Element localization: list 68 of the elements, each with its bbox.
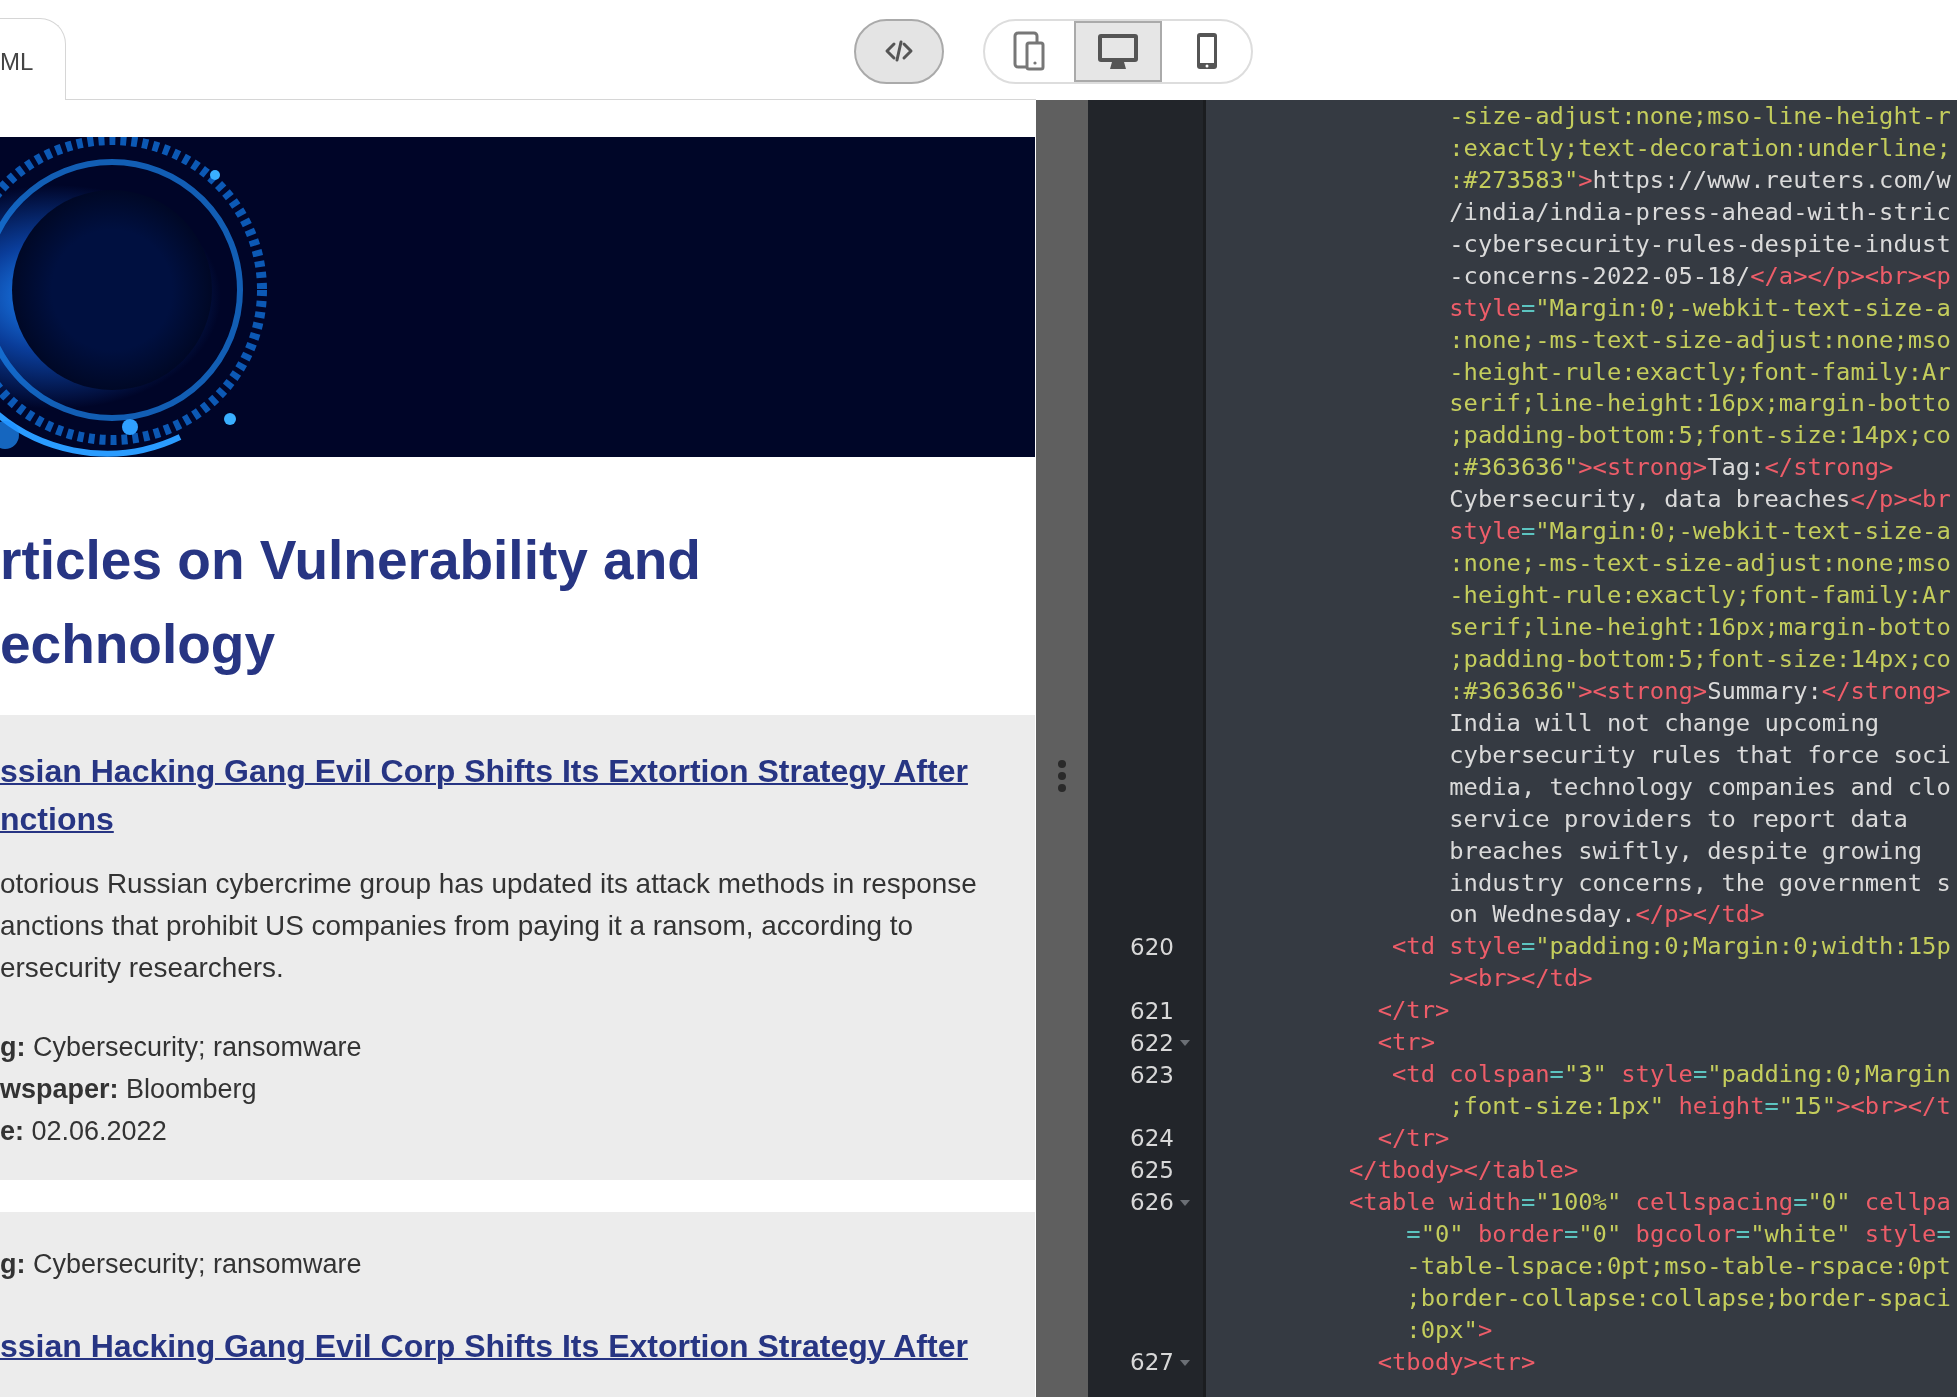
code-line: </tbody></table> <box>1349 1154 1579 1186</box>
code-line: breaches swiftly, despite growing <box>1448 835 1923 867</box>
code-line: -height-rule:exactly;font-family:Ar <box>1448 356 1951 388</box>
line-number: 627 <box>1130 1348 1174 1378</box>
code-line: -height-rule:exactly;font-family:Ar <box>1448 580 1951 612</box>
line-number: 625 <box>1130 1156 1174 1186</box>
heading-line: rticles on Vulnerability and <box>0 528 702 593</box>
code-line: -table-lspace:0pt;mso-table-rspace:0pt <box>1405 1250 1951 1282</box>
code-line: ;padding-bottom:5;font-size:14px;co <box>1448 420 1951 452</box>
meta-line: g: Cybersecurity; ransomware <box>0 1248 362 1281</box>
code-line: -concerns-2022-05-18/</a></p><br><p <box>1448 260 1951 292</box>
code-line: </tr> <box>1376 995 1450 1027</box>
article-title-link[interactable]: ssian Hacking Gang Evil Corp Shifts Its Extortion Strategy After <box>0 747 968 795</box>
heading-line: echnology <box>0 612 277 677</box>
code-line: service providers to report data <box>1448 803 1908 835</box>
code-line: style="Margin:0;-webkit-text-size-a <box>1448 516 1951 548</box>
monitor-icon <box>1096 32 1140 70</box>
summary-line: anctions that prohibit US companies from paying it a ransom, according to <box>0 909 914 943</box>
code-line: :none;-ms-text-size-adjust:none;mso <box>1448 548 1951 580</box>
code-line: :0px"> <box>1405 1314 1493 1346</box>
code-line: style="Margin:0;-webkit-text-size-a <box>1448 292 1951 324</box>
code-line: :#273583">https://www.reuters.com/w <box>1448 164 1951 196</box>
summary-line: otorious Russian cybercrime group has updated its attack methods in response <box>0 867 977 901</box>
article-title-link[interactable]: nctions <box>0 795 114 843</box>
meta-line: e: 02.06.2022 <box>0 1115 167 1148</box>
meta-line: wspaper: Bloomberg <box>0 1073 257 1106</box>
code-line: <td style="padding:0;Margin:0;width:15p <box>1390 931 1951 963</box>
code-line: </tr> <box>1376 1123 1450 1154</box>
code-line: ;padding-bottom:5;font-size:14px;co <box>1448 643 1951 675</box>
line-number: 620 <box>1130 932 1174 962</box>
code-line: cybersecurity rules that force soci <box>1448 739 1951 771</box>
code-line: :#363636"><strong>Tag:</strong> <box>1448 452 1894 484</box>
code-line: serif;line-height:16px;margin-botto <box>1448 388 1951 420</box>
code-line: ><br></td> <box>1448 963 1593 995</box>
code-line: <td colspan="3" style="padding:0;Margin <box>1390 1059 1951 1091</box>
code-line: :exactly;text-decoration:underline; <box>1448 132 1951 164</box>
code-line: on Wednesday.</p></td> <box>1448 899 1765 931</box>
code-line: Cybersecurity, data breaches</p><br <box>1448 484 1951 516</box>
code-icon <box>884 40 914 62</box>
code-line: ;font-size:1px" height="15"><br></t <box>1448 1091 1951 1123</box>
device-button[interactable] <box>1073 20 1163 82</box>
code-line: serif;line-height:16px;margin-botto <box>1448 612 1951 643</box>
code-line: /india/india-press-ahead-with-stric <box>1448 196 1951 228</box>
editor-tab[interactable]: ML <box>0 18 66 101</box>
line-number: 626 <box>1130 1188 1174 1218</box>
code-line: ="0" border="0" bgcolor="white" style= <box>1405 1218 1951 1250</box>
code-line: <tbody><tr> <box>1376 1346 1536 1378</box>
phone-icon <box>1194 31 1219 71</box>
code-line: :#363636"><strong>Summary:</strong> <box>1448 675 1951 707</box>
line-number: 621 <box>1130 996 1174 1026</box>
code-line: -cybersecurity-rules-despite-indust <box>1448 228 1951 260</box>
code-line: -size-adjust:none;mso-line-height-r <box>1448 101 1951 132</box>
meta-line: g: Cybersecurity; ransomware <box>0 1031 362 1064</box>
article-title-link[interactable]: ssian Hacking Gang Evil Corp Shifts Its Extortion Strategy After <box>0 1322 968 1370</box>
code-line: India will not change upcoming <box>1448 707 1880 739</box>
line-number: 622 <box>1130 1028 1174 1058</box>
code-line: :none;-ms-text-size-adjust:none;mso <box>1448 324 1951 356</box>
code-line: media, technology companies and clo <box>1448 771 1951 803</box>
code-line: industry concerns, the government s <box>1448 867 1951 899</box>
code-line: ;border-collapse:collapse;border-spaci <box>1405 1282 1951 1314</box>
drag-handle-icon <box>1057 758 1067 793</box>
tablet-and-phone-icon <box>1013 31 1046 71</box>
line-number: 623 <box>1130 1060 1174 1090</box>
code-line: <table width="100%" cellspacing="0" cellpa <box>1349 1186 1951 1218</box>
code-line: <tr> <box>1376 1027 1435 1059</box>
summary-line: ersecurity researchers. <box>0 951 284 985</box>
line-number: 624 <box>1130 1124 1174 1154</box>
splitter-handle[interactable] <box>1036 100 1088 1397</box>
